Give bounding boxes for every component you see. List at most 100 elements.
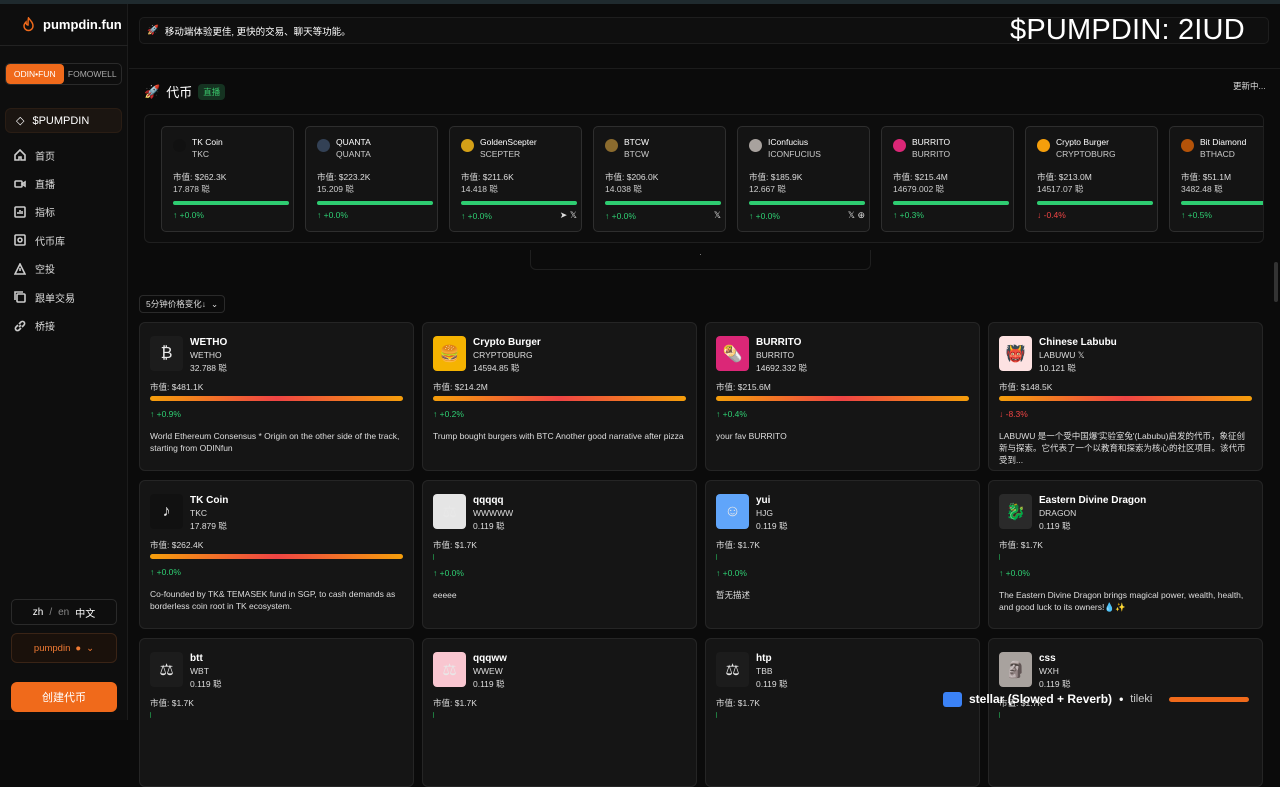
username: pumpdin	[33, 642, 71, 654]
chevron-down-icon: ⌄	[210, 298, 219, 309]
ticker-card[interactable]: TK Coin TKC 市值: $262.3K 17.878 聪 ↑ +0.0%	[161, 126, 294, 232]
token-card[interactable]: 🍔 Crypto Burger CRYPTOBURG 14594.85 聪市值: $…	[422, 322, 697, 471]
link-icon	[14, 320, 26, 331]
progress-bar[interactable]	[1169, 696, 1250, 702]
language-switcher[interactable]: zh / en 中文	[11, 599, 117, 625]
token-symbol-row: WWEW	[473, 665, 507, 678]
token-name: BTCW	[624, 137, 650, 147]
lang-separator: /	[49, 606, 53, 618]
market-cap: 市值: $1.7K	[150, 698, 194, 708]
holders: 14692.332 聪	[756, 363, 808, 373]
copy-icon	[14, 291, 26, 303]
social-links[interactable]: ➤ 𝕏	[560, 210, 577, 221]
sidebar-item-label: 代币库	[35, 236, 65, 248]
price-change: ↑ +0.4%	[716, 409, 747, 419]
price-change: ↑ +0.2%	[433, 409, 464, 419]
token-card[interactable]: ⚖ qqqqq WWWWW 0.119 聪市值: $1.7K ↑ +0.0% eeeee	[422, 480, 697, 629]
sidebar-item-label: 跟单交易	[35, 293, 75, 305]
create-token-button[interactable]: 创建代币	[11, 682, 117, 712]
sidebar-item-airdrop[interactable]: 空投	[0, 255, 128, 283]
ticker-card[interactable]: BTCW BTCW 市值: $206.0K 14.038 聪 ↑ +0.0% 𝕏	[593, 126, 726, 232]
sidebar-item-live[interactable]: 直播	[0, 169, 128, 197]
market-cap: 市值: $148.5K	[999, 382, 1053, 392]
token-card[interactable]: 👹 Chinese Labubu LABUWU 𝕏 10.121 聪市值: $148.…	[988, 322, 1263, 471]
token-card[interactable]: ⚖ htp TBB 0.119 聪市值: $1.7K	[705, 638, 980, 787]
token-symbol-row: WWWWW	[473, 507, 513, 520]
progress-bar	[173, 201, 289, 205]
token-avatar-icon	[893, 139, 906, 152]
sidebar-item-bridge[interactable]: 桥接	[0, 311, 128, 339]
lang-en[interactable]: en	[58, 607, 69, 618]
tab-odin-fun[interactable]: ODIN•FUN	[6, 64, 64, 84]
tab-fomowell[interactable]: FOMOWELL	[64, 64, 122, 84]
holders: 12.667 聪	[749, 184, 786, 194]
social-links[interactable]: 𝕏 ⊕	[848, 210, 865, 221]
ticker-card[interactable]: IConfucius ICONFUCIUS 市值: $185.9K 12.667 聪 ↑…	[737, 126, 870, 232]
social-links[interactable]: 𝕏	[714, 210, 721, 221]
price-change: ↑ +0.0%	[150, 567, 181, 577]
token-symbol: TBB	[756, 666, 773, 676]
rocket-icon: 🚀	[147, 25, 159, 36]
market-cap: 市值: $1.7K	[716, 698, 760, 708]
token-ticker: TK Coin TKC 市值: $262.3K 17.878 聪 ↑ +0.0% QUAN…	[144, 114, 1264, 243]
token-description: World Ethereum Consensus * Origin on the…	[150, 431, 400, 453]
ticker-card[interactable]: BURRITO BURRITO 市值: $215.4M 14679.002 聪 ↑ +0…	[881, 126, 1014, 232]
token-avatar-icon	[1037, 139, 1050, 152]
holders: 14.418 聪	[461, 184, 498, 194]
token-card[interactable]: 🗿 css WXH 0.119 聪市值: $1.7K	[988, 638, 1263, 787]
logo[interactable]: pumpdin.fun	[0, 4, 127, 32]
token-image: ⚖	[433, 494, 466, 529]
token-image: 🌯	[716, 336, 749, 371]
chevron-down-icon: ⌄	[86, 642, 95, 654]
scrollbar[interactable]	[1274, 262, 1278, 302]
token-card[interactable]: ⚖ qqqww WWEW 0.119 聪市值: $1.7K	[422, 638, 697, 787]
token-name: yui	[756, 495, 771, 506]
token-name: WETHO	[190, 337, 228, 348]
ticker-card[interactable]: QUANTA QUANTA 市值: $223.2K 15.209 聪 ↑ +0.0%	[305, 126, 438, 232]
sidebar-item-label: 直播	[35, 180, 55, 192]
token-card[interactable]: ₿ WETHO WETHO 32.788 聪市值: $481.1K ↑ +0.9% Wo…	[139, 322, 414, 471]
ticker-card[interactable]: Bit Diamond BTHACD 市值: $51.1M 3482.48 聪 ↑ +0…	[1169, 126, 1263, 232]
price-change: ↓ -8.3%	[999, 409, 1028, 419]
sidebar-item-copy-trade[interactable]: 跟单交易	[0, 283, 128, 311]
token-card[interactable]: 🐉 Eastern Divine Dragon DRAGON 0.119 聪市值: …	[988, 480, 1263, 629]
sidebar-item-vault[interactable]: 代币库	[0, 226, 128, 254]
price-change: ↑ +0.5%	[1181, 210, 1212, 220]
progress-bar	[433, 396, 686, 401]
price-change: ↑ +0.0%	[716, 568, 747, 578]
token-card[interactable]: ♪ TK Coin TKC 17.879 聪市值: $262.4K ↑ +0.0% Co…	[139, 480, 414, 629]
token-name: IConfucius	[768, 137, 809, 147]
token-symbol: BTCW	[624, 149, 650, 159]
token-card[interactable]: ☺ yui HJG 0.119 聪市值: $1.7K ↑ +0.0% 暂无描述	[705, 480, 980, 629]
holders: 14517.07 聪	[1037, 184, 1084, 194]
updating-status: 更新中...	[1233, 81, 1266, 91]
token-card[interactable]: 🌯 BURRITO BURRITO 14692.332 聪市值: $215.6M ↑ …	[705, 322, 980, 471]
airdrop-icon	[14, 262, 26, 275]
sort-dropdown[interactable]: 5分钟价格变化↓ ⌄	[139, 295, 226, 313]
token-avatar-icon	[173, 139, 186, 152]
current-token-item[interactable]: ◇ $PUMPDIN	[5, 108, 122, 133]
token-image: 🍔	[433, 336, 466, 371]
sidebar-nav: 首页 直播 指标 代币库 空投 跟单交易 桥接	[0, 141, 128, 340]
progress-bar	[716, 396, 969, 401]
lang-zh[interactable]: zh	[33, 607, 44, 618]
x-icon[interactable]: 𝕏	[1078, 350, 1085, 360]
sidebar-item-home[interactable]: 首页	[0, 141, 128, 169]
home-icon	[14, 149, 26, 161]
ticker-card[interactable]: Crypto Burger CRYPTOBURG 市值: $213.0M 14517.…	[1025, 126, 1158, 232]
token-image: ☺	[716, 494, 749, 529]
token-name: css	[1039, 653, 1056, 664]
token-symbol-row: WXH	[1039, 665, 1071, 678]
progress-bar	[999, 554, 1000, 560]
progress-bar	[999, 712, 1000, 718]
token-avatar-icon	[749, 139, 762, 152]
sidebar-item-metrics[interactable]: 指标	[0, 198, 128, 226]
ticker-card[interactable]: GoldenScepter SCEPTER 市值: $211.6K 14.418 聪 ↑…	[449, 126, 582, 232]
music-player[interactable]: stellar (Slowed + Reverb) • tileki	[943, 686, 1273, 712]
carousel-indicator[interactable]: ·	[530, 250, 871, 270]
lang-chinese[interactable]: 中文	[75, 605, 95, 620]
token-symbol-row: BURRITO	[756, 349, 807, 362]
token-card[interactable]: ⚖ btt WBT 0.119 聪市值: $1.7K	[139, 638, 414, 787]
token-symbol: BTHACD	[1200, 149, 1235, 159]
user-menu[interactable]: pumpdin ● ⌄	[11, 633, 117, 663]
